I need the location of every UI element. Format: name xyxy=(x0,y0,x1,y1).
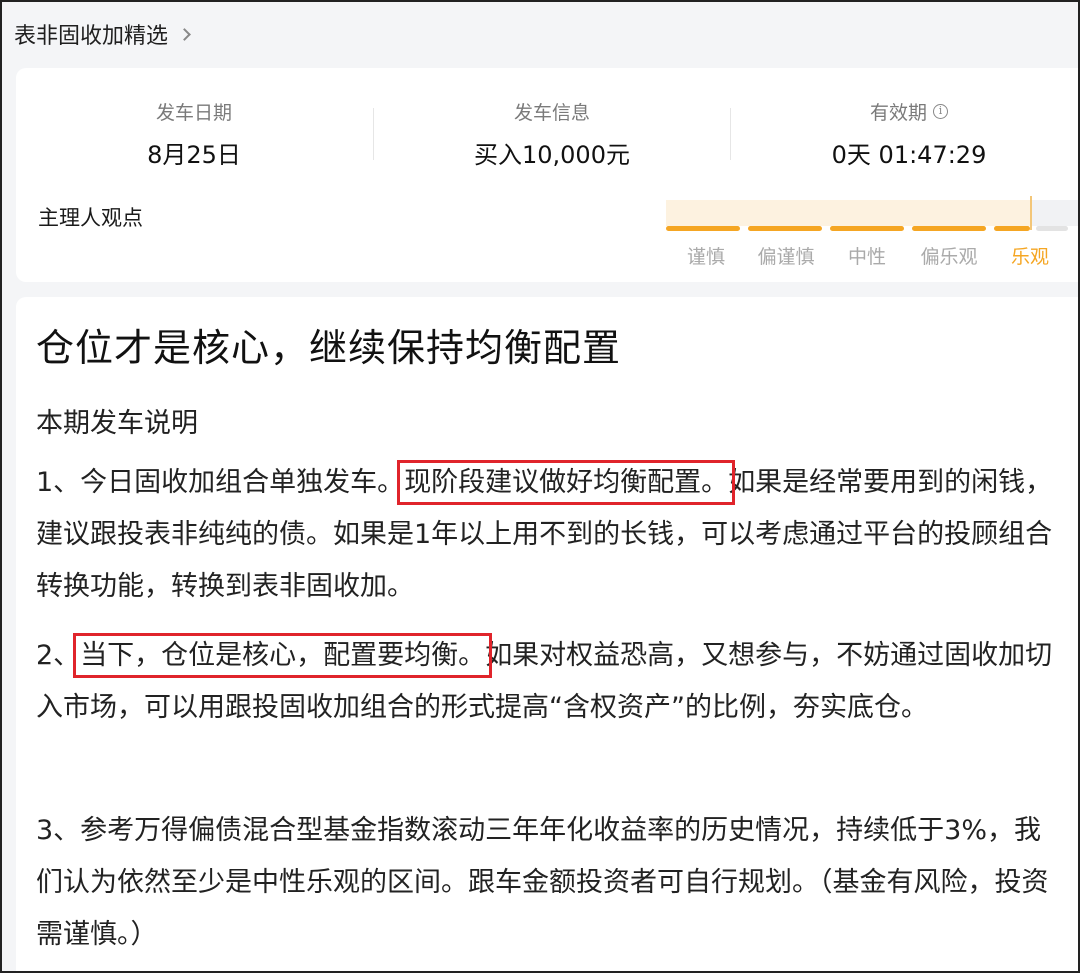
departure-info-stat: 发车信息 买入10,000元 xyxy=(402,98,702,170)
highlighted-text: 当下，仓位是核心，配置要均衡。 xyxy=(73,633,493,678)
departure-date-value: 8月25日 xyxy=(147,141,241,169)
gauge-segment xyxy=(830,226,904,231)
departure-date-label: 发车日期 xyxy=(155,102,232,124)
departure-date-stat: 发车日期 8月25日 xyxy=(44,98,344,170)
gauge-label-neutral: 中性 xyxy=(847,246,886,268)
departure-info-card: 发车日期 8月25日 发车信息 买入10,000元 有效期 i 0天 01:47:… xyxy=(16,68,1078,282)
gauge-label-cautious: 谨慎 xyxy=(686,246,725,268)
gauge-label-optimistic: 乐观 xyxy=(1010,246,1049,268)
gauge-fill xyxy=(666,200,1030,226)
chevron-right-icon[interactable] xyxy=(178,27,191,41)
validity-label: 有效期 i xyxy=(870,98,948,125)
gauge-segment xyxy=(748,226,822,231)
divider xyxy=(373,108,374,160)
manager-view-label: 主理人观点 xyxy=(38,206,143,230)
gauge-remaining xyxy=(1030,200,1078,226)
gauge-label-slightly-cautious: 偏谨慎 xyxy=(757,246,815,268)
gauge-label-slightly-optimistic: 偏乐观 xyxy=(920,246,978,268)
paragraph-1: 1、今日固收加组合单独发车。现阶段建议做好均衡配置。如果是经常要用到的闲钱，建议… xyxy=(36,457,1066,613)
stats-row: 发车日期 8月25日 发车信息 买入10,000元 有效期 i 0天 01:47:… xyxy=(16,98,1078,170)
paragraph-3: 3、参考万得偏债混合型基金指数滚动三年年化收益率的历史情况，持续低于3%，我们认… xyxy=(36,815,1049,950)
highlighted-text: 现阶段建议做好均衡配置。 xyxy=(397,460,736,505)
article-card: 仓位才是核心，继续保持均衡配置 本期发车说明 1、今日固收加组合单独发车。现阶段… xyxy=(16,297,1078,971)
gauge-marker xyxy=(1030,196,1032,230)
departure-info-value: 买入10,000元 xyxy=(474,141,630,169)
app-frame: 表非固收加精选 发车日期 8月25日 发车信息 买入10,000元 有效期 i 0… xyxy=(0,0,1080,973)
info-icon[interactable]: i xyxy=(933,104,948,119)
gauge-segment xyxy=(994,226,1030,231)
departure-info-label: 发车信息 xyxy=(513,102,590,124)
article-headline: 仓位才是核心，继续保持均衡配置 xyxy=(36,326,622,370)
validity-stat: 有效期 i 0天 01:47:29 xyxy=(759,98,1059,170)
gauge-segment xyxy=(1036,226,1068,231)
paragraph-2: 2、当下，仓位是核心，配置要均衡。如果对权益恐高，又想参与，不妨通过固收加切入市… xyxy=(36,630,1066,734)
article-subhead: 本期发车说明 xyxy=(36,408,198,439)
portfolio-title[interactable]: 表非固收加精选 xyxy=(14,18,168,50)
gauge-segment xyxy=(912,226,986,231)
paragraph-2-prefix: 2、 xyxy=(36,640,81,671)
gauge-segment xyxy=(666,226,740,231)
sentiment-gauge: 谨慎 偏谨慎 中性 偏乐观 乐观 xyxy=(666,196,1078,268)
validity-countdown: 0天 01:47:29 xyxy=(831,141,987,169)
paragraph-1-prefix: 1、今日固收加组合单独发车。 xyxy=(36,467,405,498)
portfolio-header[interactable]: 表非固收加精选 xyxy=(2,14,191,54)
divider xyxy=(730,108,731,160)
